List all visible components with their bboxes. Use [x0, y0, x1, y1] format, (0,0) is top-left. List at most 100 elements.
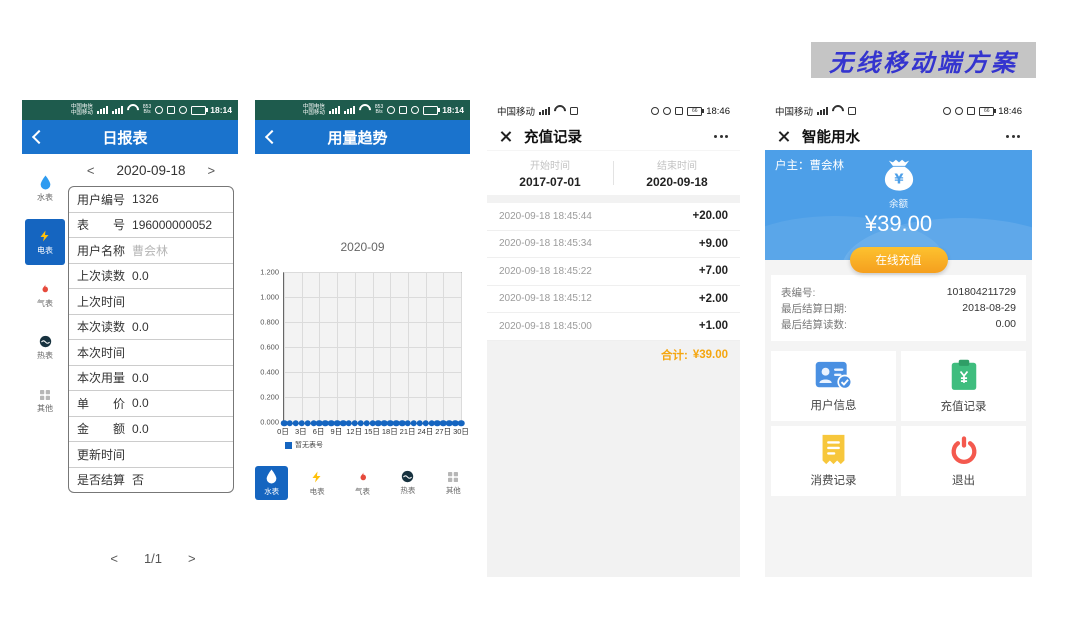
date-range-filter: 开始时间 2017-07-01 结束时间 2020-09-18 — [487, 150, 740, 195]
phone-recharge-records: 中国移动 66 18:46 充值记录 开始时间 2017-07-01 结束时间 … — [487, 100, 740, 577]
phone-smart-water: 中国移动 66 18:46 智能用水 户主：曹会林 ¥ 余额 ¥39.00 在线… — [765, 100, 1032, 577]
start-date-field[interactable]: 开始时间 2017-07-01 — [487, 157, 613, 189]
menu-exit[interactable]: 退出 — [901, 426, 1026, 496]
meter-type-tabs: 水表 电表 气表 热表 其他 — [255, 466, 470, 500]
record-list: 2020-09-18 18:45:44+20.00 2020-09-18 18:… — [487, 203, 740, 341]
date-selector: < 2020-09-18 > — [68, 154, 234, 186]
pagination: < 1/1 > — [68, 551, 238, 566]
page-title: 用量趋势 — [277, 127, 438, 148]
table-row: 用户编号1326 — [69, 187, 233, 212]
alarm-icon — [663, 107, 671, 115]
menu-user-info[interactable]: 用户信息 — [771, 351, 896, 421]
table-row: 是否结算否 — [69, 467, 233, 493]
status-bar: 中国电信 中国移动 853 B/s 18:14 — [255, 100, 470, 120]
money-bag-icon: ¥ — [879, 158, 919, 195]
sidebar-item-gas-meter[interactable]: 气表 — [25, 272, 65, 318]
grid-icon — [39, 389, 51, 401]
status-time: 18:14 — [210, 105, 232, 115]
battery-icon — [423, 106, 438, 115]
grid-icon — [447, 471, 459, 483]
online-recharge-button[interactable]: 在线充值 — [850, 247, 948, 273]
more-menu-icon[interactable] — [1006, 135, 1020, 138]
hourglass-icon — [848, 107, 856, 115]
clipboard-yen-icon — [950, 359, 978, 391]
carrier-label: 中国移动 — [775, 104, 813, 118]
signal-bars-icon — [817, 107, 828, 115]
table-row: 上次时间 — [69, 288, 233, 314]
power-icon — [949, 435, 979, 465]
bluetooth-icon — [675, 107, 683, 115]
close-icon[interactable] — [499, 130, 512, 143]
table-row: 表 号196000000052 — [69, 212, 233, 238]
divider — [487, 195, 740, 203]
water-drop-icon — [265, 469, 278, 484]
table-row: 更新时间 — [69, 441, 233, 467]
lightning-icon — [39, 229, 51, 243]
meter-type-sidebar: 水表 电表 气表 热表 其他 — [22, 154, 68, 493]
signal-bars-icon — [97, 106, 108, 114]
table-row: 本次时间 — [69, 339, 233, 365]
total-row: 合计: ¥39.00 — [487, 341, 740, 369]
sidebar-item-electric-meter[interactable]: 电表 — [25, 219, 65, 265]
eye-icon — [155, 106, 163, 114]
table-row: 上次读数0.0 — [69, 263, 233, 289]
alarm-icon — [411, 106, 419, 114]
carrier-labels: 中国电信 中国移动 — [71, 104, 93, 117]
network-speed: 853 B/s — [375, 105, 383, 116]
alarm-icon — [179, 106, 187, 114]
status-time: 18:46 — [998, 106, 1022, 117]
page-title: 充值记录 — [524, 126, 582, 147]
sidebar-item-other[interactable]: 其他 — [25, 378, 65, 424]
prev-page-button[interactable]: < — [110, 551, 118, 566]
report-main: < 2020-09-18 > 用户编号1326 表 号196000000052 … — [68, 154, 238, 493]
carrier-labels: 中国电信 中国移动 — [303, 104, 325, 117]
more-menu-icon[interactable] — [714, 135, 728, 138]
battery-icon: 66 — [687, 107, 702, 116]
sidebar-item-water-meter[interactable]: 水表 — [25, 166, 65, 212]
lightning-icon — [311, 470, 323, 484]
chart-plot-area — [283, 272, 462, 424]
carrier-label: 中国移动 — [497, 104, 535, 118]
tab-gas-meter[interactable]: 气表 — [346, 466, 379, 500]
close-icon[interactable] — [777, 130, 790, 143]
tab-electric-meter[interactable]: 电表 — [300, 466, 333, 500]
menu-consumption-records[interactable]: 消费记录 — [771, 426, 896, 496]
next-page-button[interactable]: > — [188, 551, 196, 566]
wifi-icon — [830, 103, 847, 120]
balance-value: ¥39.00 — [865, 211, 932, 237]
svg-text:¥: ¥ — [894, 173, 904, 188]
usage-chart: 0.0000.2000.4000.6000.8001.0001.200 — [257, 272, 462, 424]
flame-icon — [39, 282, 51, 296]
tab-heat-meter[interactable]: 热表 — [391, 466, 424, 500]
chart-x-axis: 0日3日6日9日12日15日18日21日24日27日30日 — [283, 426, 461, 437]
signal-bars-icon — [112, 106, 123, 114]
signal-bars-icon — [539, 107, 550, 115]
status-time: 18:14 — [442, 105, 464, 115]
status-bar: 中国移动 66 18:46 — [487, 100, 740, 122]
tab-other[interactable]: 其他 — [437, 466, 470, 500]
prev-date-button[interactable]: < — [87, 163, 95, 178]
selected-date[interactable]: 2020-09-18 — [116, 163, 185, 178]
meter-info-card: 表编号:101804211729 最后结算日期:2018-08-29 最后结算读… — [771, 275, 1026, 341]
sidebar-item-heat-meter[interactable]: 热表 — [25, 325, 65, 371]
record-row: 2020-09-18 18:45:22+7.00 — [487, 258, 740, 286]
table-row: 用户名称曹会林 — [69, 237, 233, 263]
chart-y-axis: 0.0000.2000.4000.6000.8001.0001.200 — [257, 272, 283, 422]
record-row: 2020-09-18 18:45:12+2.00 — [487, 286, 740, 314]
legend-swatch — [285, 442, 292, 449]
page-indicator: 1/1 — [144, 551, 162, 566]
eye-icon — [387, 106, 395, 114]
end-date-field[interactable]: 结束时间 2020-09-18 — [614, 157, 740, 189]
menu-recharge-records[interactable]: 充值记录 — [901, 351, 1026, 421]
receipt-icon — [820, 434, 847, 465]
tab-water-meter[interactable]: 水表 — [255, 466, 288, 500]
phone-daily-report: 中国电信 中国移动 853 B/s 18:14 日报表 水表 电表 — [22, 100, 238, 578]
home-menu-grid: 用户信息 充值记录 消费记录 退出 — [771, 351, 1026, 496]
nfc-icon — [167, 106, 175, 114]
report-table: 用户编号1326 表 号196000000052 用户名称曹会林 上次读数0.0… — [68, 186, 234, 493]
table-row: 本次读数0.0 — [69, 314, 233, 340]
balance-label: 余额 — [889, 196, 908, 210]
next-date-button[interactable]: > — [208, 163, 216, 178]
chart-month-title: 2020-09 — [255, 240, 470, 254]
water-drop-icon — [39, 175, 52, 190]
